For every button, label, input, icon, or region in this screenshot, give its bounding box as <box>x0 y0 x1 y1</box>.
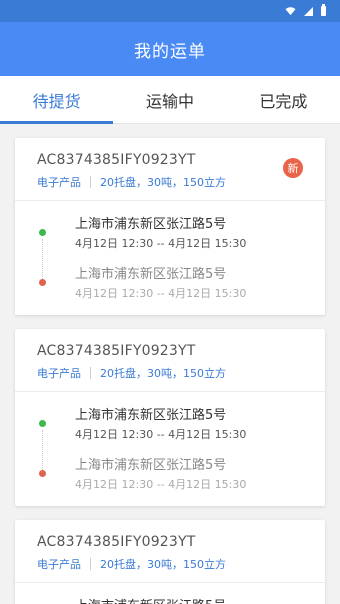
signal-icon <box>304 6 313 16</box>
page-title: 我的运单 <box>134 41 206 62</box>
meta-divider <box>90 176 91 188</box>
order-card[interactable]: AC8374385IFY0923YT 电子产品 20托盘，30吨，150立方 上… <box>15 520 325 604</box>
order-list: AC8374385IFY0923YT 电子产品 20托盘，30吨，150立方 新… <box>0 124 340 604</box>
pickup-stop: 上海市浦东新区张江路5号 <box>37 595 303 604</box>
new-badge: 新 <box>283 158 303 178</box>
order-meta: 电子产品 20托盘，30吨，150立方 <box>37 556 303 572</box>
order-number: AC8374385IFY0923YT <box>37 534 196 550</box>
order-route: 上海市浦东新区张江路5号 <box>15 583 325 604</box>
order-card-header: AC8374385IFY0923YT 电子产品 20托盘，30吨，150立方 <box>15 329 325 392</box>
order-card-header: AC8374385IFY0923YT 电子产品 20托盘，30吨，150立方 新 <box>15 138 325 201</box>
dropoff-stop: 上海市浦东新区张江路5号 4月12日 12:30 -- 4月12日 15:30 <box>37 263 303 301</box>
tab-bar: 待提货 运输中 已完成 <box>0 76 340 124</box>
tab-completed[interactable]: 已完成 <box>227 76 340 123</box>
tab-label: 运输中 <box>145 91 194 111</box>
order-category: 电子产品 <box>37 176 81 189</box>
order-specs: 20托盘，30吨，150立方 <box>100 367 226 380</box>
pickup-address: 上海市浦东新区张江路5号 <box>75 408 227 423</box>
order-category: 电子产品 <box>37 558 81 571</box>
order-specs: 20托盘，30吨，150立方 <box>100 176 226 189</box>
pickup-dot-icon <box>39 229 46 236</box>
order-category: 电子产品 <box>37 367 81 380</box>
order-meta: 电子产品 20托盘，30吨，150立方 <box>37 174 303 190</box>
order-meta: 电子产品 20托盘，30吨，150立方 <box>37 365 303 381</box>
app-header: 我的运单 <box>0 22 340 76</box>
order-card-header: AC8374385IFY0923YT 电子产品 20托盘，30吨，150立方 <box>15 520 325 583</box>
order-card[interactable]: AC8374385IFY0923YT 电子产品 20托盘，30吨，150立方 上… <box>15 329 325 506</box>
pickup-time: 4月12日 12:30 -- 4月12日 15:30 <box>75 237 247 250</box>
pickup-dot-icon <box>39 420 46 427</box>
order-number: AC8374385IFY0923YT <box>37 343 196 359</box>
dropoff-time: 4月12日 12:30 -- 4月12日 15:30 <box>75 287 247 300</box>
order-number: AC8374385IFY0923YT <box>37 152 196 168</box>
status-bar <box>0 0 340 22</box>
order-route: 上海市浦东新区张江路5号 4月12日 12:30 -- 4月12日 15:30 … <box>15 201 325 315</box>
tab-label: 已完成 <box>259 91 308 111</box>
battery-icon <box>321 4 326 16</box>
order-specs: 20托盘，30吨，150立方 <box>100 558 226 571</box>
pickup-time: 4月12日 12:30 -- 4月12日 15:30 <box>75 428 247 441</box>
pickup-stop: 上海市浦东新区张江路5号 4月12日 12:30 -- 4月12日 15:30 <box>37 213 303 279</box>
pickup-address: 上海市浦东新区张江路5号 <box>75 217 227 232</box>
order-card[interactable]: AC8374385IFY0923YT 电子产品 20托盘，30吨，150立方 新… <box>15 138 325 315</box>
dropoff-address: 上海市浦东新区张江路5号 <box>75 267 227 282</box>
pickup-address: 上海市浦东新区张江路5号 <box>75 595 226 604</box>
dropoff-dot-icon <box>39 470 46 477</box>
tab-in-transit[interactable]: 运输中 <box>113 76 226 123</box>
dropoff-dot-icon <box>39 279 46 286</box>
wifi-icon <box>285 6 296 15</box>
pickup-stop: 上海市浦东新区张江路5号 4月12日 12:30 -- 4月12日 15:30 <box>37 404 303 470</box>
dropoff-stop: 上海市浦东新区张江路5号 4月12日 12:30 -- 4月12日 15:30 <box>37 454 303 492</box>
meta-divider <box>90 367 91 379</box>
tab-pending-pickup[interactable]: 待提货 <box>0 76 114 124</box>
dropoff-address: 上海市浦东新区张江路5号 <box>75 458 227 473</box>
tab-label: 待提货 <box>32 91 81 111</box>
dropoff-time: 4月12日 12:30 -- 4月12日 15:30 <box>75 478 247 491</box>
order-route: 上海市浦东新区张江路5号 4月12日 12:30 -- 4月12日 15:30 … <box>15 392 325 506</box>
meta-divider <box>90 558 91 570</box>
